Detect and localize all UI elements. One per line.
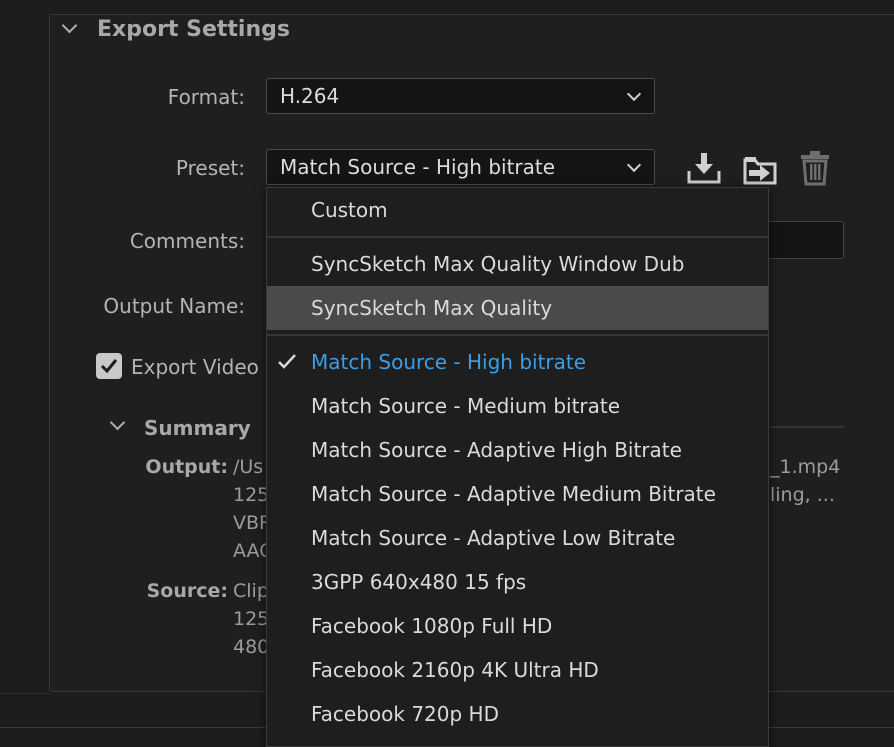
output-line: /Us (233, 456, 264, 478)
menu-item-adaptive-low[interactable]: Match Source - Adaptive Low Bitrate (267, 516, 768, 560)
output-line: 125 (233, 484, 270, 506)
menu-item-match-source-high[interactable]: Match Source - High bitrate (267, 340, 768, 384)
preset-label: Preset: (175, 156, 245, 180)
source-line: Clip (233, 580, 269, 602)
menu-item-custom[interactable]: Custom (267, 188, 768, 232)
format-value: H.264 (280, 84, 340, 108)
checkmark-icon (278, 354, 296, 369)
import-preset-icon[interactable] (743, 152, 777, 190)
section-title[interactable]: Export Settings (97, 17, 290, 42)
menu-item-facebook-720p[interactable]: Facebook 720p HD (267, 692, 768, 736)
format-dropdown[interactable]: H.264 (266, 78, 655, 114)
delete-preset-icon[interactable] (800, 150, 830, 190)
menu-item-syncsketch-max-quality[interactable]: SyncSketch Max Quality (267, 286, 768, 330)
export-video-checkbox[interactable] (96, 353, 122, 379)
chevron-down-icon (626, 157, 642, 173)
preset-dropdown-menu: Custom SyncSketch Max Quality Window Dub… (266, 187, 769, 747)
output-filename-tail: _1.mp4 (770, 456, 841, 478)
output-detail-tail: ling, ... (770, 484, 835, 506)
source-line: 480 (233, 636, 270, 658)
divider (0, 693, 49, 694)
menu-item-label: Match Source - High bitrate (311, 350, 587, 374)
menu-item-adaptive-high[interactable]: Match Source - Adaptive High Bitrate (267, 428, 768, 472)
source-label: Source: (146, 580, 228, 602)
preset-dropdown[interactable]: Match Source - High bitrate (266, 149, 655, 185)
chevron-down-icon (626, 86, 642, 102)
output-label: Output: (145, 456, 228, 478)
export-video-label[interactable]: Export Video (131, 355, 259, 379)
comments-label: Comments: (129, 229, 245, 253)
preset-value: Match Source - High bitrate (280, 155, 556, 179)
divider (770, 426, 844, 428)
menu-item-facebook-2160p[interactable]: Facebook 2160p 4K Ultra HD (267, 648, 768, 692)
menu-item-match-source-medium[interactable]: Match Source - Medium bitrate (267, 384, 768, 428)
menu-item-facebook-1080p[interactable]: Facebook 1080p Full HD (267, 604, 768, 648)
menu-item-3gpp[interactable]: 3GPP 640x480 15 fps (267, 560, 768, 604)
menu-separator (267, 334, 768, 336)
save-preset-icon[interactable] (687, 152, 721, 188)
menu-item-syncsketch-window-dub[interactable]: SyncSketch Max Quality Window Dub (267, 242, 768, 286)
menu-item-adaptive-medium[interactable]: Match Source - Adaptive Medium Bitrate (267, 472, 768, 516)
format-label: Format: (167, 85, 245, 109)
source-line: 125 (233, 608, 270, 630)
summary-title[interactable]: Summary (144, 416, 251, 440)
menu-separator (267, 236, 768, 238)
output-name-label: Output Name: (103, 294, 245, 318)
